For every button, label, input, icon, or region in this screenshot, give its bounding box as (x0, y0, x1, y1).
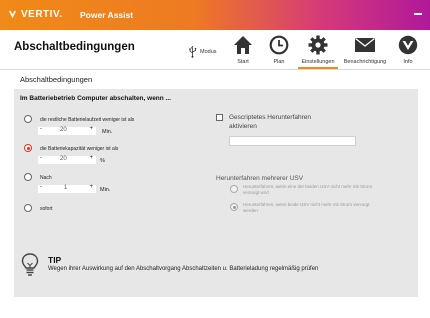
lightbulb-icon (21, 253, 39, 276)
radio-one-ups-lost[interactable] (230, 185, 238, 193)
runtime-stepper[interactable]: - 20 + (38, 126, 96, 135)
radio-immediately[interactable] (24, 204, 32, 212)
vertiv-logo-icon (398, 35, 418, 55)
nav-benachrichtigung-label: Benachrichtigung (343, 59, 387, 65)
runtime-increment-button[interactable]: + (89, 126, 93, 132)
both-ups-lost-line2: werden (243, 208, 258, 213)
after-time-stepper[interactable]: - 1 + (38, 184, 96, 193)
immediately-label: sofort (40, 206, 53, 212)
gear-icon (308, 35, 328, 55)
scripted-shutdown-checkbox[interactable] (216, 114, 223, 121)
scripted-shutdown-label: Gescriptetes Herunterfahren aktivieren (229, 114, 311, 131)
panel-heading: Im Batteriebetrieb Computer abschalten, … (20, 95, 171, 102)
nav-benachrichtigung[interactable]: Benachrichtigung (342, 33, 388, 69)
after-time-increment-button[interactable]: + (89, 184, 93, 190)
nav-start[interactable]: Start (224, 33, 262, 69)
scripted-shutdown-line1: Gescriptetes Herunterfahren (229, 114, 312, 121)
tip-text: Wegen ihrer Auswirkung auf den Abschaltv… (48, 266, 319, 272)
nav-plan-label: Plan (273, 59, 285, 65)
vertiv-mark-icon (8, 10, 17, 19)
runtime-decrement-button[interactable]: - (40, 126, 42, 132)
envelope-icon (355, 37, 375, 52)
remaining-runtime-label: die restliche Batterielaufzeit weniger i… (40, 117, 135, 123)
runtime-unit: Min. (102, 129, 113, 135)
clock-icon (269, 35, 289, 55)
modus-button[interactable]: Modus (188, 46, 217, 58)
section-title: Abschaltbedingungen (20, 75, 93, 84)
one-ups-lost-line2: versorgt wird (243, 190, 269, 195)
page-title: Abschaltbedingungen (14, 41, 135, 53)
nav-einstellungen-label: Einstellungen (301, 59, 335, 65)
capacity-value[interactable]: 20 (60, 156, 67, 162)
minimize-button[interactable] (414, 13, 422, 15)
capacity-stepper[interactable]: - 20 + (38, 155, 96, 164)
app-title: Power Assist (80, 10, 134, 20)
runtime-value[interactable]: 20 (60, 127, 67, 133)
one-ups-lost-line1: Herunterfahren, wenn eine der beiden USV… (243, 184, 373, 189)
modus-label: Modus (200, 49, 217, 55)
both-ups-lost-line1: Herunterfahren, wenn beide USV nicht meh… (243, 202, 370, 207)
after-time-value[interactable]: 1 (64, 185, 67, 191)
radio-after-time[interactable] (24, 173, 32, 181)
nav-info-label: Info (403, 59, 413, 65)
after-time-unit: Min. (100, 187, 111, 193)
title-bar: VERTIV. Power Assist (0, 0, 430, 30)
capacity-increment-button[interactable]: + (89, 155, 93, 161)
after-time-decrement-button[interactable]: - (40, 184, 42, 190)
one-ups-lost-label: Herunterfahren, wenn eine der beiden USV… (243, 184, 372, 196)
header: Abschaltbedingungen Modus Start Plan Ein… (0, 30, 430, 70)
shutdown-conditions-panel: Im Batteriebetrieb Computer abschalten, … (14, 89, 418, 297)
nav-plan[interactable]: Plan (260, 33, 298, 69)
home-icon (234, 36, 252, 54)
tip-title: TIP (48, 255, 62, 265)
brand-logo: VERTIV. (8, 9, 62, 20)
after-time-label: Nach (40, 175, 52, 181)
multi-ups-title: Herunterfahren mehrerer USV (216, 175, 304, 182)
capacity-decrement-button[interactable]: - (40, 155, 42, 161)
radio-battery-capacity[interactable] (24, 144, 32, 152)
radio-both-ups-lost[interactable] (230, 203, 238, 211)
nav-info[interactable]: Info (389, 33, 427, 69)
scripted-shutdown-line2: aktivieren (229, 122, 257, 130)
battery-capacity-label: die Batteriekapazität weniger ist als (40, 146, 119, 152)
brand-name: VERTIV. (21, 9, 63, 20)
usb-icon (189, 46, 197, 58)
radio-remaining-runtime[interactable] (24, 115, 32, 123)
nav-start-label: Start (237, 59, 249, 65)
capacity-unit: % (100, 158, 105, 164)
nav-einstellungen[interactable]: Einstellungen (298, 33, 338, 69)
script-path-input[interactable] (229, 136, 356, 146)
both-ups-lost-label: Herunterfahren, wenn beide USV nicht meh… (243, 202, 370, 214)
